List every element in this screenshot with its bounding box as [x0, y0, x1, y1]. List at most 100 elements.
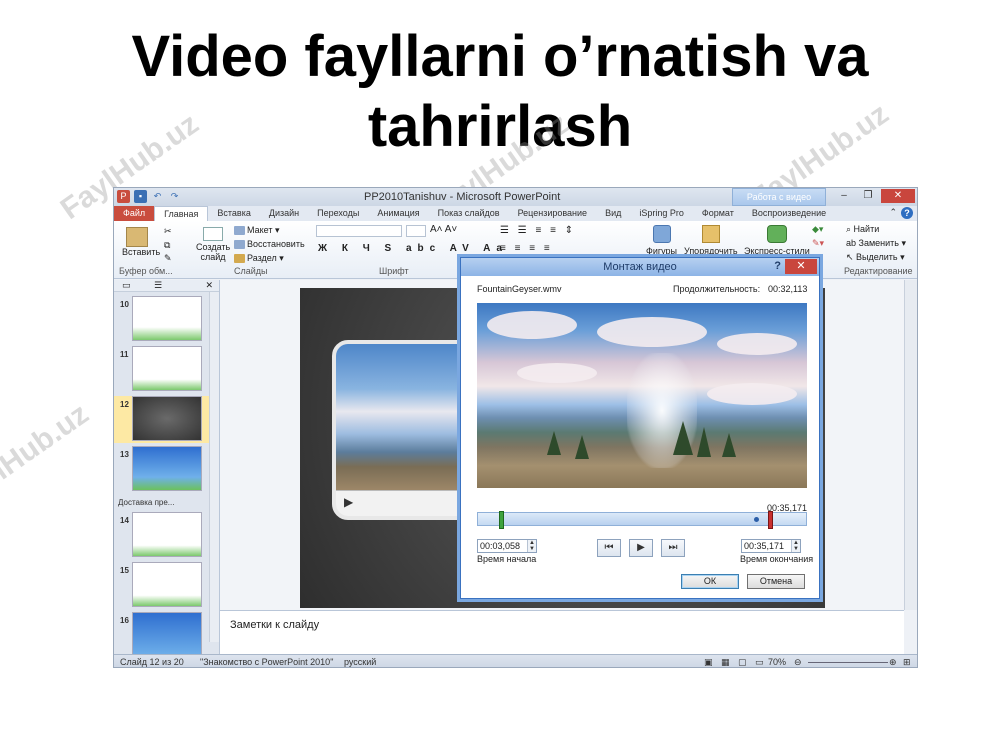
tree-shape [575, 435, 589, 459]
select-button[interactable]: ↖ Выделить ▾ [846, 252, 905, 263]
cut-icon[interactable]: ✂ [164, 226, 172, 237]
slides-tab-icon[interactable]: ▭ [122, 280, 131, 291]
reset-label: Восстановить [247, 239, 305, 249]
thumbnail-slide-active[interactable]: 12 [114, 396, 210, 443]
find-label: Найти [853, 224, 880, 234]
tab-insert[interactable]: Вставка [208, 206, 259, 221]
theme-name[interactable]: "Знакомство с PowerPoint 2010" [200, 657, 333, 667]
format-painter-icon[interactable]: ✎ [164, 253, 172, 264]
start-time-input[interactable]: 00:03,058 ▲ ▼ [477, 539, 537, 553]
tab-playback[interactable]: Воспроизведение [743, 206, 835, 221]
start-time-label: Время начала [477, 554, 537, 564]
play-icon[interactable]: ▶ [344, 495, 353, 509]
paste-button[interactable]: Вставить [122, 227, 160, 257]
tab-home[interactable]: Главная [154, 206, 209, 221]
next-frame-button[interactable]: ⏭ [661, 539, 685, 557]
quick-styles-label: Экспресс-стили [744, 246, 810, 256]
replace-label: Заменить [858, 238, 899, 248]
close-icon[interactable]: ✕ [881, 189, 915, 203]
cancel-button[interactable]: Отмена [747, 574, 805, 589]
thumbnail-image [132, 296, 202, 341]
notes-placeholder: Заметки к слайду [230, 619, 320, 631]
powerpoint-logo-icon[interactable]: P [117, 190, 130, 203]
thumbnail-image [132, 562, 202, 607]
thumbnail-slide[interactable]: 14 [114, 512, 210, 559]
find-button[interactable]: ⌕ Найти [846, 224, 879, 235]
cloud-shape [517, 363, 597, 383]
shapes-button[interactable]: Фигуры [646, 225, 677, 256]
start-trim-handle[interactable] [499, 511, 504, 529]
notes-pane[interactable]: Заметки к слайду [220, 610, 904, 654]
outline-tab-icon[interactable]: ☰ [154, 280, 162, 291]
font-style-buttons[interactable]: Ж К Ч S abc AV Aa [318, 243, 508, 254]
replace-button[interactable]: ab Заменить ▾ [846, 238, 906, 249]
thumbnail-image [132, 396, 202, 441]
paste-label: Вставить [122, 247, 161, 257]
close-icon[interactable]: ✕ [785, 259, 817, 274]
help-icon[interactable]: ? [901, 207, 913, 219]
editor-scrollbar[interactable] [904, 280, 917, 610]
start-time-spinner[interactable]: ▲ ▼ [527, 540, 536, 552]
fit-window-icon[interactable]: ⊞ [903, 657, 911, 667]
paragraph-buttons[interactable]: ☰ ☰ ≡ ≡ ⇕ [500, 225, 576, 236]
previous-frame-button[interactable]: ⏮ [597, 539, 621, 557]
thumbnail-slide[interactable]: 11 [114, 346, 210, 393]
tab-slideshow[interactable]: Показ слайдов [429, 206, 509, 221]
help-icon[interactable]: ? [774, 260, 781, 272]
section-button[interactable]: Раздел ▾ [234, 253, 284, 264]
cloud-shape [487, 311, 577, 339]
tab-format[interactable]: Формат [693, 206, 743, 221]
thumbnails-scrollbar[interactable] [209, 292, 219, 642]
redo-icon[interactable]: ↷ [168, 190, 181, 203]
ribbon-collapse-icon[interactable]: ⌃ [889, 207, 897, 219]
reset-button[interactable]: Восстановить [234, 239, 305, 250]
tab-design[interactable]: Дизайн [260, 206, 308, 221]
font-size-select[interactable] [406, 225, 426, 237]
ok-button[interactable]: ОК [681, 574, 739, 589]
layout-button[interactable]: Макет ▾ [234, 225, 280, 236]
undo-icon[interactable]: ↶ [151, 190, 164, 203]
save-icon[interactable]: ▪ [134, 190, 147, 203]
shape-outline-icon[interactable]: ✎▾ [812, 238, 824, 249]
tab-review[interactable]: Рецензирование [509, 206, 597, 221]
tab-animations[interactable]: Анимация [368, 206, 428, 221]
end-trim-handle[interactable] [768, 511, 773, 529]
playhead-marker[interactable] [754, 517, 759, 522]
end-time-label: Время окончания [740, 554, 814, 564]
thumbnail-slide[interactable]: 10 [114, 296, 210, 343]
language-indicator[interactable]: русский [344, 657, 376, 667]
zoom-level[interactable]: 70% [768, 657, 786, 667]
copy-icon[interactable]: ⧉ [164, 240, 170, 251]
tab-view[interactable]: Вид [596, 206, 630, 221]
title-bar: P ▪ ↶ ↷ PP2010Tanishuv - Microsoft Power… [114, 188, 917, 206]
thumbnail-slide[interactable]: 15 [114, 562, 210, 609]
quick-styles-button[interactable]: Экспресс-стили [744, 225, 810, 256]
duration-label: Продолжительность: [673, 284, 761, 294]
end-time-input[interactable]: 00:35,171 ▲ ▼ [741, 539, 801, 553]
arrange-button[interactable]: Упорядочить [684, 225, 738, 256]
tab-ispring[interactable]: iSpring Pro [630, 206, 693, 221]
trim-timeline[interactable] [477, 511, 807, 529]
tab-file[interactable]: Файл [114, 206, 155, 221]
cloud-shape [717, 333, 797, 355]
play-button[interactable]: ▶ [629, 539, 653, 557]
close-pane-icon[interactable]: ✕ [205, 280, 213, 291]
zoom-out-icon[interactable]: ⊖ [794, 657, 802, 667]
thumbnail-number: 16 [120, 616, 129, 625]
end-time-spinner[interactable]: ▲ ▼ [791, 540, 800, 552]
new-slide-button[interactable]: Создать слайд [196, 227, 230, 262]
tab-transitions[interactable]: Переходы [308, 206, 368, 221]
minimize-icon[interactable]: – [833, 189, 855, 203]
font-name-select[interactable] [316, 225, 402, 237]
thumbnail-slide[interactable]: 13 [114, 446, 210, 493]
maximize-icon[interactable]: ❐ [857, 189, 879, 203]
align-buttons[interactable]: ≡ ≡ ≡ ≡ [500, 243, 553, 254]
slide-title: Video fayllarni o’rnatish va tahrirlash [131, 24, 869, 159]
section-label[interactable]: Доставка пре... [118, 498, 174, 507]
thumbnail-slide[interactable]: 16 [114, 612, 210, 659]
zoom-slider[interactable] [808, 662, 888, 663]
view-buttons[interactable]: ▣ ▦ ▢ ▭ [704, 657, 767, 667]
zoom-in-icon[interactable]: ⊕ [889, 657, 897, 667]
shape-fill-icon[interactable]: ◆▾ [812, 224, 823, 235]
font-grow-icon[interactable]: A˄ A˅ [430, 224, 457, 235]
